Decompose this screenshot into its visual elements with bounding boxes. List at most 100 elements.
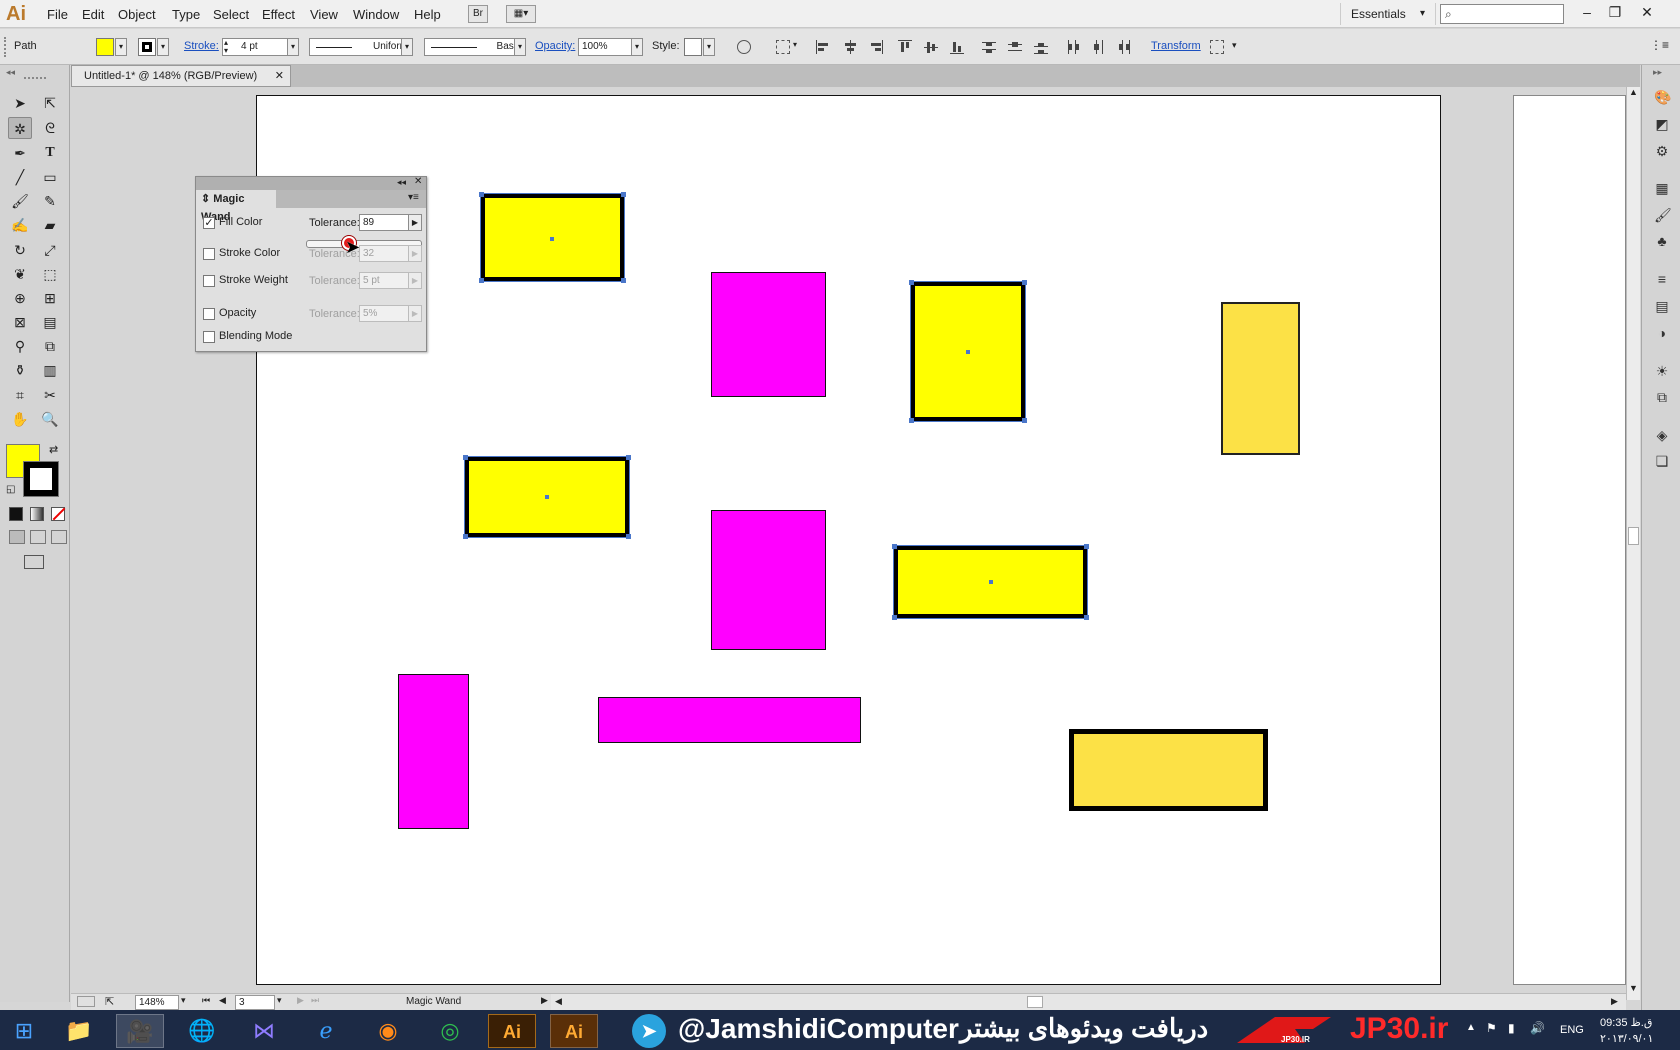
panel-header[interactable]: ◂◂ ✕: [196, 176, 426, 190]
file-explorer-icon[interactable]: 📁: [55, 1014, 103, 1048]
graphic-style-swatch[interactable]: [684, 38, 702, 56]
menu-object[interactable]: Object: [118, 7, 156, 22]
menu-select[interactable]: Select: [213, 7, 249, 22]
fill-color-swatch[interactable]: [96, 38, 114, 56]
restore-button[interactable]: ❐: [1602, 2, 1628, 22]
appearance-icon[interactable]: ☀: [1654, 363, 1670, 379]
start-button-icon[interactable]: ⊞: [0, 1014, 48, 1048]
transform-link[interactable]: Transform: [1151, 40, 1201, 52]
artboard-icon[interactable]: ⌗: [8, 384, 32, 406]
arrange-documents-button[interactable]: ▦▾: [506, 5, 536, 23]
tab-magic-wand[interactable]: ⇕ Magic Wand: [196, 190, 276, 223]
last-artboard-icon[interactable]: ⏭: [311, 995, 319, 1006]
align-vertical-center-icon[interactable]: [924, 40, 938, 54]
stroke-dropdown[interactable]: ▾: [157, 38, 169, 56]
stroke-weight-dropdown[interactable]: ▾: [287, 38, 299, 56]
align-to-icon[interactable]: [776, 40, 790, 54]
line-icon[interactable]: ╱: [8, 166, 32, 188]
menu-edit[interactable]: Edit: [82, 7, 104, 22]
close-button[interactable]: ✕: [1634, 2, 1660, 22]
kuler-icon[interactable]: ⚙: [1654, 143, 1670, 159]
menu-effect[interactable]: Effect: [262, 7, 295, 22]
blend-icon[interactable]: ⧉: [38, 335, 62, 357]
warp-icon[interactable]: ❦: [8, 263, 32, 285]
visual-studio-icon[interactable]: ⋈: [240, 1014, 288, 1048]
swap-fill-stroke-icon[interactable]: ⇄: [49, 443, 58, 456]
gradient-icon[interactable]: ▤: [38, 311, 62, 333]
paintbrush-icon[interactable]: 🖌: [8, 190, 32, 212]
blending-mode-checkbox[interactable]: [203, 331, 215, 343]
stroke-panel-icon[interactable]: ≡: [1654, 271, 1670, 287]
fill-tolerance-field[interactable]: 89: [359, 214, 409, 231]
close-icon[interactable]: ✕: [275, 66, 284, 86]
opacity-dropdown[interactable]: ▾: [631, 38, 643, 56]
zoom-field[interactable]: 148%: [135, 995, 179, 1010]
collapse-icon[interactable]: ◂◂: [6, 67, 15, 78]
style-dropdown[interactable]: ▾: [703, 38, 715, 56]
network-icon[interactable]: ▮: [1508, 1021, 1515, 1035]
action-center-icon[interactable]: ⚑: [1486, 1021, 1497, 1035]
bridge-button[interactable]: Br: [468, 5, 488, 23]
fill-tolerance-slider-toggle[interactable]: ▶: [408, 214, 422, 231]
layers-icon[interactable]: ◈: [1654, 427, 1670, 443]
artboard[interactable]: [256, 95, 1441, 985]
draw-inside-icon[interactable]: [51, 530, 67, 544]
gold-rect[interactable]: [1221, 302, 1300, 455]
collapse-panel-icon[interactable]: ◂◂: [397, 177, 406, 188]
fill-dropdown[interactable]: ▾: [115, 38, 127, 56]
next-artboard-icon[interactable]: ▶: [297, 995, 304, 1006]
vertical-scrollbar[interactable]: ▲ ▼: [1626, 87, 1640, 1000]
symbols-icon[interactable]: ♣: [1654, 233, 1670, 249]
align-to-dropdown[interactable]: ▾: [793, 40, 797, 49]
menu-view[interactable]: View: [310, 7, 338, 22]
distribute-left-icon[interactable]: [1066, 40, 1080, 54]
brushes-icon[interactable]: 🖌: [1654, 207, 1672, 223]
camera-app-icon[interactable]: 🎥: [116, 1014, 164, 1048]
illustrator-icon[interactable]: Ai: [488, 1014, 536, 1048]
eyedropper-icon[interactable]: ⚲: [8, 335, 32, 357]
brush-definition[interactable]: Basic: [424, 38, 526, 56]
stroke-label[interactable]: Stroke:: [184, 40, 219, 52]
opacity-field[interactable]: 100%: [578, 38, 632, 56]
distribute-top-icon[interactable]: [982, 40, 996, 54]
column-graph-icon[interactable]: ▥: [38, 359, 62, 381]
opacity-label[interactable]: Opacity:: [535, 40, 575, 52]
distribute-right-icon[interactable]: [1116, 40, 1130, 54]
rotate-icon[interactable]: ↻: [8, 239, 32, 261]
clock-time[interactable]: 09:35 ق.ظ: [1600, 1016, 1652, 1029]
blob-brush-icon[interactable]: ✍: [8, 214, 32, 236]
default-fill-stroke-icon[interactable]: ◱: [6, 484, 15, 495]
workspace-switcher[interactable]: Essentials: [1340, 3, 1436, 25]
hand-icon[interactable]: ✋: [8, 408, 32, 430]
color-panel-icon[interactable]: 🎨: [1654, 89, 1671, 105]
language-indicator[interactable]: ENG: [1560, 1024, 1584, 1036]
brush-dropdown[interactable]: ▾: [514, 38, 526, 56]
zoom-icon[interactable]: 🔍: [38, 408, 62, 430]
magenta-rect[interactable]: [711, 272, 826, 397]
menu-help[interactable]: Help: [414, 7, 441, 22]
minimize-button[interactable]: –: [1574, 2, 1600, 22]
artboard-2[interactable]: [1513, 95, 1626, 985]
illustrator-active-icon[interactable]: Ai: [550, 1014, 598, 1048]
isolate-selected-icon[interactable]: [1210, 40, 1224, 54]
scroll-right-icon[interactable]: ▶: [1611, 996, 1618, 1007]
chrome-icon[interactable]: ◎: [426, 1014, 474, 1048]
expand-panels-icon[interactable]: ▸▸: [1653, 67, 1662, 78]
tray-expand-icon[interactable]: ▲: [1466, 1022, 1476, 1033]
perspective-grid-icon[interactable]: ⊞: [38, 287, 62, 309]
type-icon[interactable]: T: [38, 142, 62, 164]
variable-width-profile[interactable]: Uniform: [309, 38, 413, 56]
align-left-icon[interactable]: [816, 40, 830, 54]
align-right-icon[interactable]: [869, 40, 883, 54]
menu-file[interactable]: File: [47, 7, 68, 22]
export-icon[interactable]: ⇱: [105, 995, 114, 1008]
screen-mode-icon[interactable]: [24, 555, 44, 569]
stroke-weight-field[interactable]: 4 pt: [222, 38, 288, 56]
align-bottom-icon[interactable]: [950, 40, 964, 54]
align-top-icon[interactable]: [898, 40, 912, 54]
magenta-rect[interactable]: [398, 674, 469, 829]
slice-icon[interactable]: ✂: [38, 384, 62, 406]
fill-color-checkbox[interactable]: ✓: [203, 217, 215, 229]
vertical-scroll-thumb[interactable]: [1628, 527, 1639, 545]
gradient-mode-icon[interactable]: [30, 507, 44, 521]
